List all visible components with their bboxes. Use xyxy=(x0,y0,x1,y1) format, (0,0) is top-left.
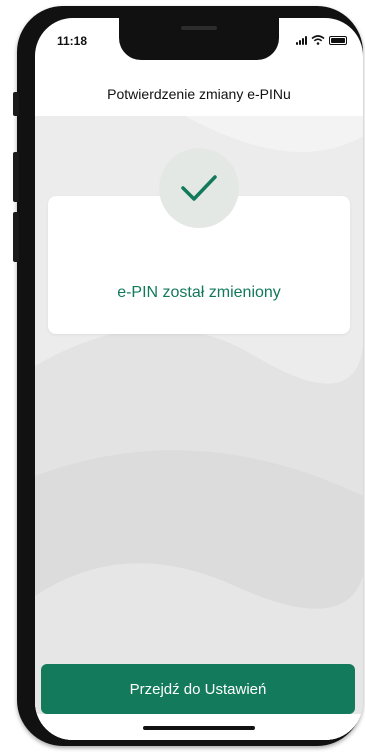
status-icons xyxy=(296,35,347,45)
success-badge xyxy=(159,148,239,228)
speaker-grille xyxy=(181,26,217,30)
volume-up-button xyxy=(13,152,19,202)
page-title: Potwierdzenie zmiany e-PINu xyxy=(107,86,291,102)
phone-screen: 11:18 Potwierdzenie zmiany e-PINu e-PIN … xyxy=(35,18,363,740)
notch xyxy=(119,18,279,60)
go-to-settings-button[interactable]: Przejdź do Ustawień xyxy=(41,664,355,714)
success-message: e-PIN został zmieniony xyxy=(117,284,281,301)
checkmark-icon xyxy=(181,175,217,201)
status-time: 11:18 xyxy=(57,34,88,48)
phone-frame: 11:18 Potwierdzenie zmiany e-PINu e-PIN … xyxy=(13,6,363,746)
wifi-icon xyxy=(311,35,325,45)
page-header: Potwierdzenie zmiany e-PINu xyxy=(35,72,363,116)
volume-down-button xyxy=(13,212,19,262)
mute-switch xyxy=(13,92,19,116)
signal-icon xyxy=(296,35,307,45)
battery-icon xyxy=(329,35,347,45)
home-indicator[interactable] xyxy=(143,726,255,730)
